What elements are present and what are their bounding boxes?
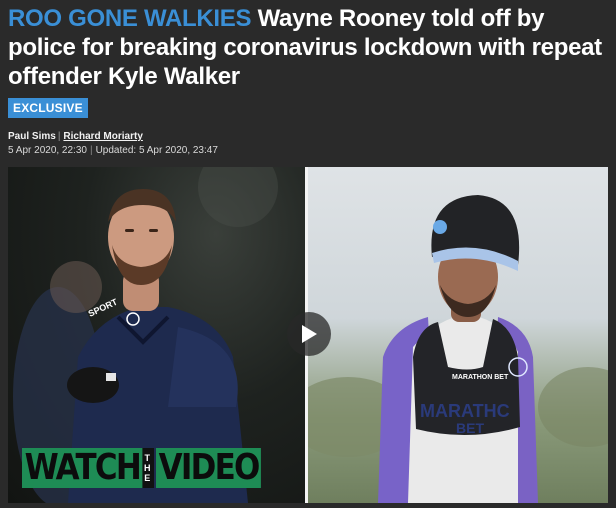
byline: Paul Sims | Richard Moriarty <box>8 131 143 143</box>
banner-word-watch: WATCH <box>22 448 143 488</box>
author-link-1[interactable]: Paul Sims <box>8 131 56 142</box>
play-icon <box>302 325 317 343</box>
banner-the-letter-t: T <box>144 453 151 463</box>
article-headline: ROO GONE WALKIES Wayne Rooney told off b… <box>8 4 612 91</box>
exclusive-badge: EXCLUSIVE <box>8 98 88 118</box>
headline-kicker: ROO GONE WALKIES <box>8 5 252 32</box>
published-date: 5 Apr 2020, 22:30 <box>8 145 87 156</box>
walker-illustration: MARATHON BET MARATHC BET <box>308 195 608 503</box>
banner-the-letter-h: H <box>144 463 151 473</box>
shirt-sponsor-line2: BET <box>456 420 484 436</box>
date-separator: | <box>89 145 93 156</box>
video-player[interactable]: SPORT MARATHON BET MARATHC BET WATCH T H… <box>8 167 608 503</box>
byline-separator: | <box>57 131 61 142</box>
updated-date: Updated: 5 Apr 2020, 23:47 <box>95 145 218 156</box>
shirt-sponsor-line1: MARATHC <box>420 401 510 421</box>
play-button[interactable] <box>287 312 331 356</box>
article-dates: 5 Apr 2020, 22:30 | Updated: 5 Apr 2020, 2… <box>8 145 218 157</box>
bib-sponsor-text: MARATHON BET <box>452 374 509 381</box>
author-link-2[interactable]: Richard Moriarty <box>63 131 142 142</box>
watch-the-video-banner[interactable]: WATCH T H E VIDEO <box>22 448 279 488</box>
photo-walker: MARATHON BET MARATHC BET <box>308 167 608 503</box>
banner-word-video: VIDEO <box>156 448 262 488</box>
banner-the-letter-e: E <box>144 473 151 483</box>
